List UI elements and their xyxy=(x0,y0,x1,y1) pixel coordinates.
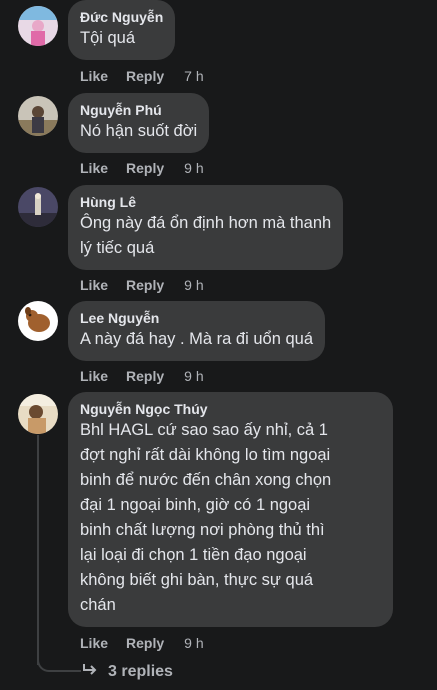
comment-timestamp[interactable]: 9 h xyxy=(184,160,203,176)
comment-text: Tội quá xyxy=(80,29,136,47)
reply-button[interactable]: Reply xyxy=(126,635,164,651)
reply-button[interactable]: Reply xyxy=(126,68,164,84)
comment-text: A này đá hay . Mà ra đi uổn quá xyxy=(80,330,313,348)
avatar[interactable] xyxy=(18,394,58,434)
reply-button[interactable]: Reply xyxy=(126,160,164,176)
reply-button[interactable]: Reply xyxy=(126,277,164,293)
comment-bubble: Nguyễn Phú Nó hận suốt đời xyxy=(68,93,210,153)
comment-text: chán xyxy=(80,596,116,614)
comment-bubble: Lee Nguyễn A này đá hay . Mà ra đi uổn q… xyxy=(68,301,325,361)
comment-actions: Like Reply 9 h xyxy=(80,276,204,294)
comment-author[interactable]: Hùng Lê xyxy=(80,193,331,211)
comment-timestamp[interactable]: 9 h xyxy=(184,635,203,651)
comment-author[interactable]: Lee Nguyễn xyxy=(80,309,313,327)
comment-text: lại loại đi chọn 1 tiền đạo ngoại xyxy=(80,546,307,564)
comment-bubble: Nguyễn Ngọc Thúy Bhl HAGL cứ sao sao ấy … xyxy=(68,392,393,627)
comment-text: binh chất lượng nơi phòng thủ thì xyxy=(80,521,325,539)
avatar[interactable] xyxy=(18,6,58,46)
comment-text: Nó hận suốt đời xyxy=(80,122,198,140)
comment-actions: Like Reply 9 h xyxy=(80,367,204,385)
replies-count: 3 replies xyxy=(108,662,173,680)
comment-actions: Like Reply 7 h xyxy=(80,67,204,85)
like-button[interactable]: Like xyxy=(80,635,108,651)
comment-text: Ông này đá ổn định hơn mà thanh xyxy=(80,214,332,232)
comment-text: không biết ghi bàn, thực sự quá xyxy=(80,571,314,589)
comment-timestamp[interactable]: 7 h xyxy=(184,68,203,84)
like-button[interactable]: Like xyxy=(80,368,108,384)
avatar[interactable] xyxy=(18,187,58,227)
like-button[interactable]: Like xyxy=(80,277,108,293)
like-button[interactable]: Like xyxy=(80,68,108,84)
comment-text: Bhl HAGL cứ sao sao ấy nhỉ, cả 1 xyxy=(80,421,328,439)
thread-line xyxy=(37,435,39,665)
comment-text: đại 1 ngoại binh, giờ có 1 ngoại xyxy=(80,496,311,514)
reply-button[interactable]: Reply xyxy=(126,368,164,384)
comment-text: lý tiếc quá xyxy=(80,239,155,257)
reply-arrow-icon xyxy=(82,661,98,682)
comment-author[interactable]: Nguyễn Phú xyxy=(80,101,197,119)
comment-bubble: Đức Nguyễn Tội quá xyxy=(68,0,176,60)
comment-text: đợt nghỉ rất dài không lo tìm ngoại xyxy=(80,446,331,464)
view-replies-link[interactable]: 3 replies xyxy=(82,661,173,682)
comment-author[interactable]: Nguyễn Ngọc Thúy xyxy=(80,400,381,418)
thread-connector xyxy=(37,645,81,672)
comment-actions: Like Reply 9 h xyxy=(80,634,204,652)
like-button[interactable]: Like xyxy=(80,160,108,176)
avatar[interactable] xyxy=(18,96,58,136)
comment-timestamp[interactable]: 9 h xyxy=(184,368,203,384)
comment-actions: Like Reply 9 h xyxy=(80,159,204,177)
comment-author[interactable]: Đức Nguyễn xyxy=(80,8,163,26)
avatar[interactable] xyxy=(18,301,58,341)
comment-bubble: Hùng Lê Ông này đá ổn định hơn mà thanh … xyxy=(68,185,344,270)
comment-timestamp[interactable]: 9 h xyxy=(184,277,203,293)
comment-text: binh để nước đến chân xong chọn xyxy=(80,471,332,489)
